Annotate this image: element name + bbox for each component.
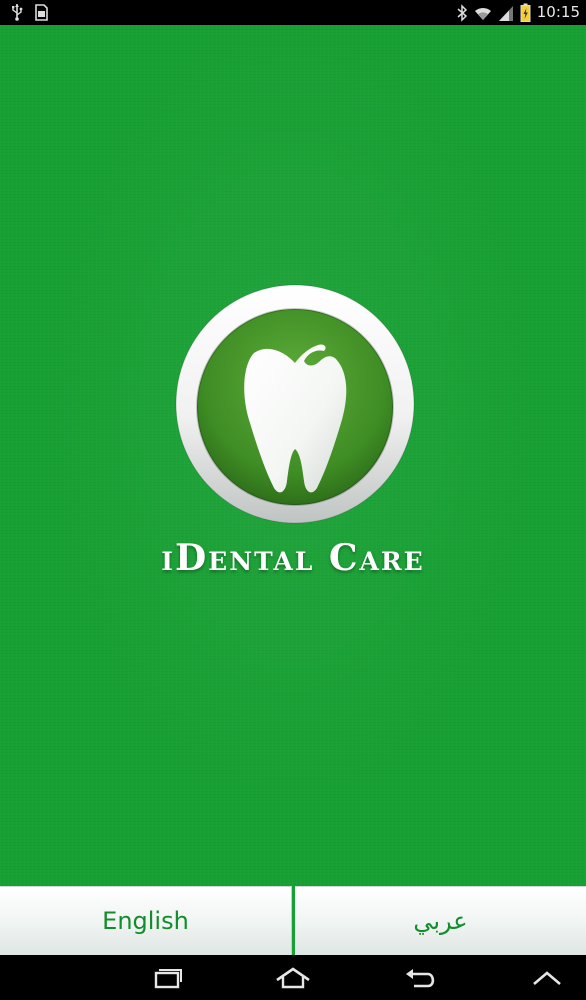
tooth-icon xyxy=(175,284,415,524)
up-arrow-icon[interactable] xyxy=(527,963,567,993)
signal-icon xyxy=(498,4,514,22)
status-right-icons: 10:15 xyxy=(457,3,580,22)
battery-icon xyxy=(520,3,531,22)
navigation-bar xyxy=(0,955,586,1000)
bluetooth-icon xyxy=(457,3,468,22)
arabic-button[interactable]: عربي xyxy=(295,886,586,955)
arabic-button-label: عربي xyxy=(413,907,468,935)
splash-screen: iDental Care xyxy=(0,25,586,885)
recent-apps-icon[interactable] xyxy=(147,963,187,993)
app-name: iDental Care xyxy=(161,537,425,579)
english-button-label: English xyxy=(102,907,189,935)
back-icon[interactable] xyxy=(400,963,440,993)
status-bar: 10:15 xyxy=(0,0,586,25)
status-left-icons xyxy=(10,3,48,21)
english-button[interactable]: English xyxy=(0,886,292,955)
app-screen: 10:15 iDental Care English عربي xyxy=(0,0,586,1000)
sd-card-icon xyxy=(34,3,48,21)
usb-icon xyxy=(10,3,24,21)
wifi-icon xyxy=(474,4,492,22)
app-logo xyxy=(174,283,416,525)
language-selector: English عربي xyxy=(0,885,586,955)
status-clock: 10:15 xyxy=(536,3,580,21)
home-icon[interactable] xyxy=(273,963,313,993)
